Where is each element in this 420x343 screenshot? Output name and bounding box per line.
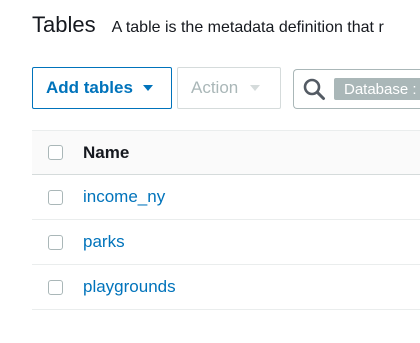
table-name-link[interactable]: parks — [83, 232, 125, 252]
row-checkbox[interactable] — [48, 189, 63, 205]
column-header-name[interactable]: Name — [83, 143, 129, 163]
search-icon — [303, 78, 325, 100]
table-name-link[interactable]: income_ny — [83, 187, 165, 207]
tables-table: Name income_ny parks playgrounds — [32, 130, 420, 310]
select-all-checkbox[interactable] — [48, 145, 63, 160]
add-tables-label: Add tables — [46, 78, 133, 97]
database-filter-chip[interactable]: Database : — [334, 78, 420, 100]
search-input[interactable]: Database : — [293, 69, 420, 109]
table-row: playgrounds — [32, 265, 420, 310]
page-header: Tables A table is the metadata definitio… — [32, 12, 384, 38]
row-checkbox[interactable] — [48, 279, 63, 295]
tables-page: Tables A table is the metadata definitio… — [0, 0, 420, 343]
page-title: Tables — [32, 12, 96, 37]
add-tables-button[interactable]: Add tables — [32, 67, 172, 109]
table-row: income_ny — [32, 175, 420, 220]
table-header-row: Name — [32, 130, 420, 175]
row-checkbox[interactable] — [48, 234, 63, 250]
action-label: Action — [191, 78, 239, 97]
page-description: A table is the metadata definition that … — [111, 19, 384, 36]
caret-down-icon — [142, 85, 153, 91]
table-row: parks — [32, 220, 420, 265]
caret-down-icon — [250, 85, 261, 91]
table-name-link[interactable]: playgrounds — [83, 277, 176, 297]
action-button[interactable]: Action — [177, 67, 281, 109]
